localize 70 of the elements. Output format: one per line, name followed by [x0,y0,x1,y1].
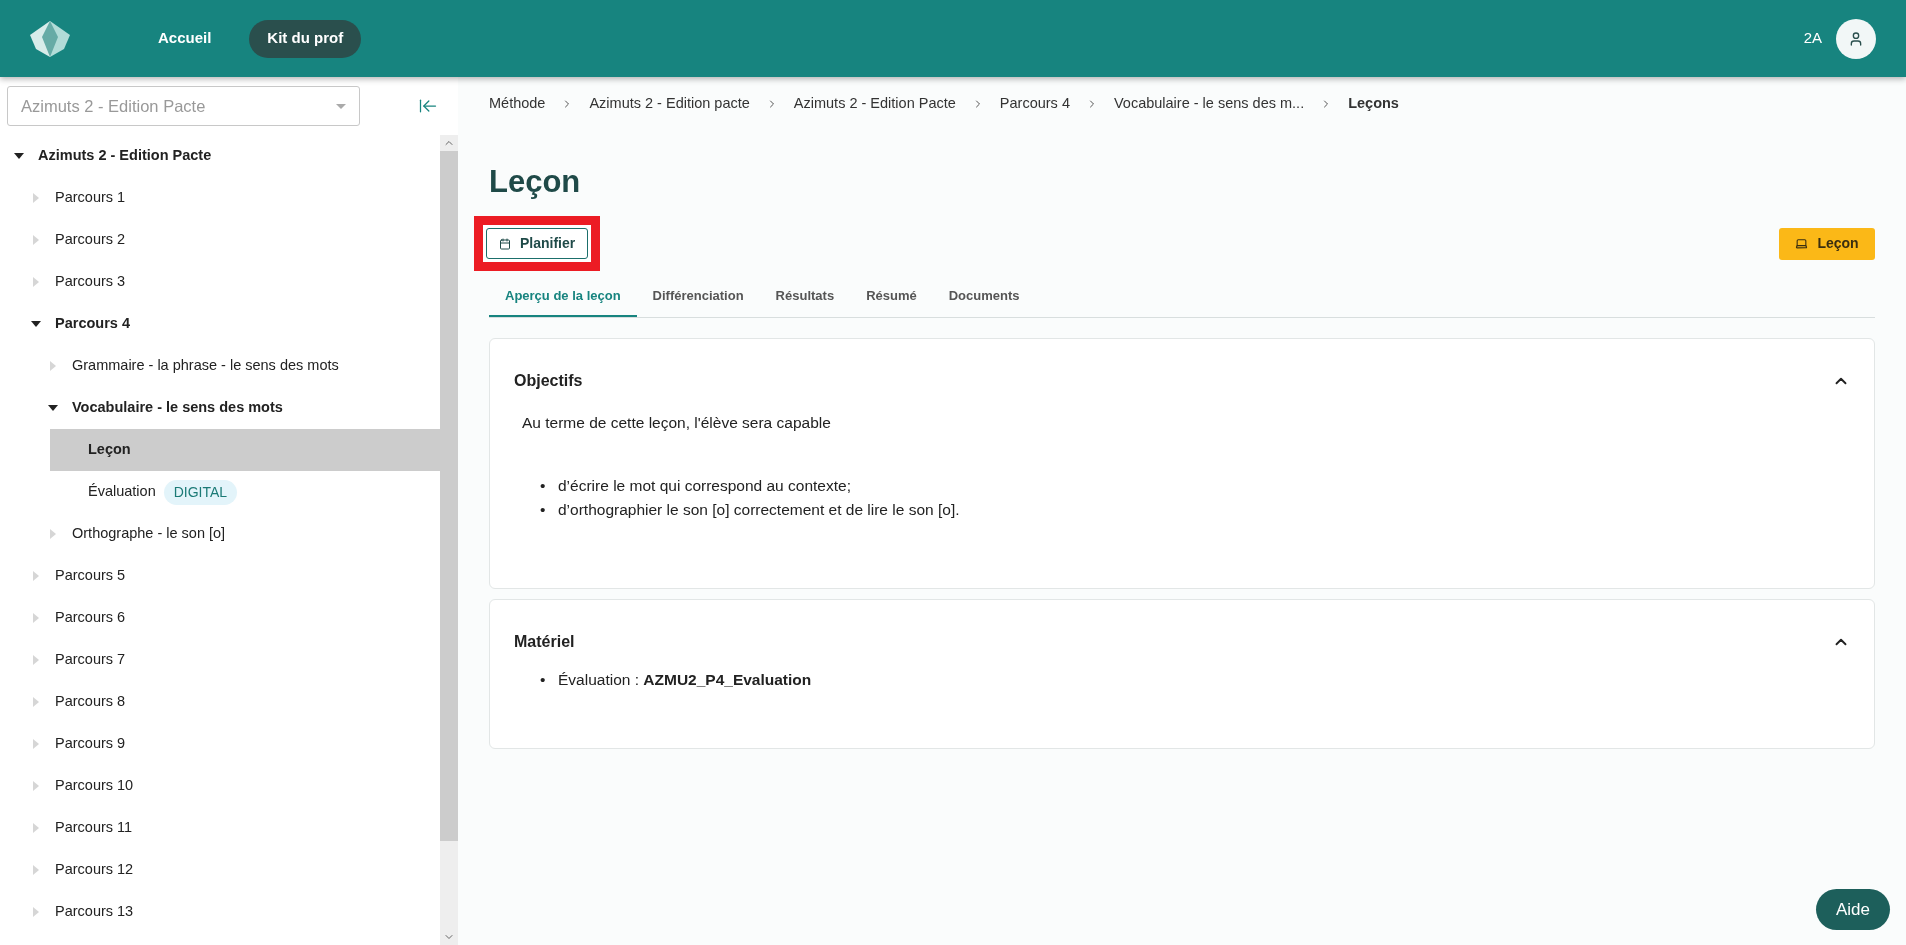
caret-right-icon [33,781,39,791]
breadcrumb-link[interactable]: Méthode [489,93,546,115]
section-title: Matériel [514,632,575,653]
breadcrumb-link[interactable]: Azimuts 2 - Edition pacte [589,93,750,115]
list-item: d’orthographier le son [o] correctement et de lire le son [o]. [558,500,960,521]
caret-down-icon [31,321,41,327]
tree-item[interactable]: Parcours 8 [17,681,440,723]
caret-right-icon [33,697,39,707]
section-intro: Au terme de cette leçon, l'élève sera capable [522,413,832,433]
tree-item[interactable]: Grammaire - la phrase - le sens des mots [34,345,440,387]
caret-right-icon [33,235,39,245]
lesson-button[interactable]: Leçon [1779,227,1875,260]
tree-item[interactable]: Parcours 10 [17,765,440,807]
tree-item[interactable]: Parcours 3 [17,261,440,303]
caret-down-icon [48,405,58,411]
tab[interactable]: Aperçu de la leçon [489,277,637,317]
tree-item[interactable]: Parcours 1 [17,177,440,219]
list-item: d’écrire le mot qui correspond au contexte; [558,476,851,497]
tree-item[interactable]: Parcours 13 [17,891,440,933]
tab[interactable]: Documents [932,277,1036,317]
digital-badge: DIGITAL [163,479,238,505]
caret-right-icon [33,571,39,581]
caret-right-icon [33,655,39,665]
caret-right-icon [33,865,39,875]
nav-link[interactable]: Accueil [140,19,230,58]
tree-item[interactable]: Parcours 12 [17,849,440,891]
help-button[interactable]: Aide [1815,889,1890,930]
caret-right-icon [33,823,39,833]
breadcrumb-link[interactable]: Vocabulaire - le sens des m... [1113,93,1305,115]
bullet: • [540,476,547,497]
tree-item[interactable]: Orthographe - le son [o] [34,513,440,555]
user-code: 2A [1803,28,1822,49]
tree-item[interactable]: Parcours 6 [17,597,440,639]
dropdown-caret-icon [336,103,346,109]
tree-item[interactable]: Évaluation DIGITAL [50,471,440,513]
breadcrumb-link[interactable]: Parcours 4 [999,93,1070,115]
avatar-button[interactable] [1836,18,1876,59]
tab[interactable]: Résumé [850,277,933,317]
caret-right-icon [33,193,39,203]
tree-item[interactable]: Azimuts 2 - Edition Pacte [0,135,440,177]
nav-link[interactable]: Kit du prof [249,19,362,58]
page-title: Leçon [489,166,582,197]
section-title: Objectifs [514,371,583,391]
tree-item[interactable]: Parcours 5 [17,555,440,597]
logo-icon[interactable] [30,20,70,57]
caret-right-icon [50,529,56,539]
tree-item[interactable]: Parcours 2 [17,219,440,261]
tree-item[interactable]: Vocabulaire - le sens des mots [34,387,440,429]
calendar-icon [499,237,511,250]
tree-item[interactable]: Parcours 7 [17,639,440,681]
tab[interactable]: Différenciation [636,277,760,317]
tree-item[interactable]: Parcours 4 [17,303,440,345]
caret-right-icon [33,613,39,623]
caret-right-icon [33,907,39,917]
tree-item[interactable]: Leçon [50,429,440,471]
caret-right-icon [33,739,39,749]
caret-down-icon [14,153,24,159]
tree-item[interactable]: Parcours 11 [17,807,440,849]
bullet: • [540,670,547,691]
breadcrumb-link[interactable]: Azimuts 2 - Edition Pacte [793,93,956,115]
tree-item[interactable]: Parcours 9 [17,723,440,765]
list-item: Évaluation : AZMU2_P4_Evaluation [558,670,812,691]
caret-right-icon [33,277,39,287]
bullet: • [540,500,547,521]
plan-button[interactable]: Planifier [486,228,589,259]
caret-right-icon [50,361,56,371]
laptop-icon [1795,237,1809,250]
tab[interactable]: Résultats [759,277,851,317]
breadcrumb-link[interactable]: Leçons [1348,93,1399,115]
user-icon [1848,30,1864,47]
